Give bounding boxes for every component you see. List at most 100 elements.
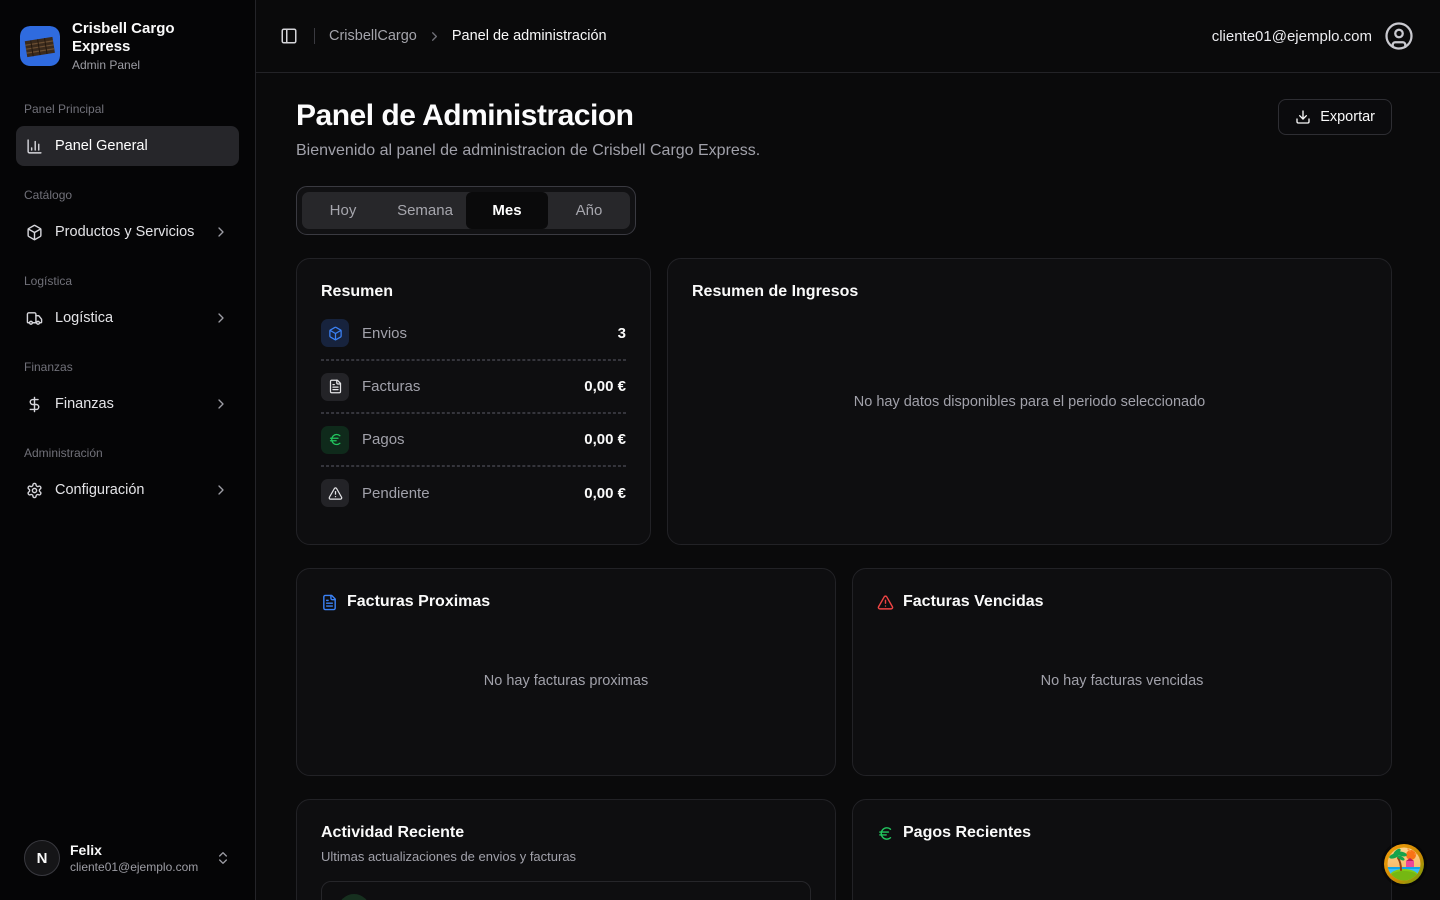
sidebar-section-label: Panel Principal	[16, 102, 239, 116]
avatar: N	[24, 840, 60, 876]
upcoming-invoices-card: Facturas Proximas No hay facturas proxim…	[296, 568, 836, 776]
summary-label: Pendiente	[362, 485, 571, 502]
export-label: Exportar	[1320, 109, 1375, 125]
overdue-invoices-title: Facturas Vencidas	[903, 593, 1044, 611]
chart-column-icon	[26, 138, 43, 155]
chevron-right-icon	[427, 29, 442, 44]
breadcrumb-link-crisbellcargo[interactable]: CrisbellCargo	[329, 28, 417, 44]
chevron-right-icon	[213, 482, 229, 498]
sidebar-section-label: Logística	[16, 274, 239, 288]
brand-text: Crisbell Cargo Express Admin Panel	[72, 20, 235, 72]
file-text-icon	[321, 373, 349, 401]
user-email: cliente01@ejemplo.com	[70, 860, 205, 874]
topbar: CrisbellCargo Panel de administración cl…	[256, 0, 1440, 73]
activity-list-item[interactable]: Nuevo envio: CBCE-0005	[321, 881, 811, 900]
download-icon	[1295, 109, 1311, 125]
summary-value: 0,00 €	[584, 485, 626, 502]
summary-rows: Envios 3 Facturas 0,00 € P	[321, 307, 626, 519]
upcoming-invoices-header: Facturas Proximas	[321, 593, 811, 611]
summary-row-envios: Envios 3	[321, 307, 626, 360]
summary-label: Facturas	[362, 378, 571, 395]
summary-title: Resumen	[321, 283, 626, 301]
overdue-invoices-header: Facturas Vencidas	[877, 593, 1367, 611]
sidebar-item-label: Panel General	[55, 138, 229, 154]
overdue-invoices-empty-state: No hay facturas vencidas	[877, 611, 1367, 751]
tab-mes[interactable]: Mes	[466, 192, 548, 229]
breadcrumb-current: Panel de administración	[452, 28, 607, 44]
activity-list: Nuevo envio: CBCE-0005	[321, 881, 811, 900]
sidebar-item-panel-general[interactable]: Panel General	[16, 126, 239, 166]
sidebar-section-panel-principal: Panel Principal Panel General	[16, 102, 239, 166]
recent-payments-card: Pagos Recientes	[852, 799, 1392, 900]
activity-row: Actividad Reciente Ultimas actualizacion…	[296, 799, 1392, 900]
brand[interactable]: Crisbell Cargo Express Admin Panel	[16, 16, 239, 80]
sidebar-section-catalogo: Catálogo Productos y Servicios	[16, 188, 239, 252]
package-icon	[26, 224, 43, 241]
recent-activity-card: Actividad Reciente Ultimas actualizacion…	[296, 799, 836, 900]
period-tablist: Hoy Semana Mes Año	[302, 192, 630, 229]
brand-name: Crisbell Cargo Express	[72, 20, 235, 56]
sidebar-user-menu[interactable]: N Felix cliente01@ejemplo.com	[16, 832, 239, 884]
export-button[interactable]: Exportar	[1278, 99, 1392, 135]
recent-activity-title: Actividad Reciente	[321, 824, 811, 842]
summary-label: Pagos	[362, 431, 571, 448]
breadcrumb: CrisbellCargo Panel de administración	[329, 28, 607, 44]
chevron-right-icon	[213, 310, 229, 326]
topbar-right: cliente01@ejemplo.com	[1212, 21, 1414, 51]
circle-user-icon	[1384, 21, 1414, 51]
chevron-right-icon	[213, 224, 229, 240]
sidebar-section-administracion: Administración Configuración	[16, 446, 239, 510]
alert-triangle-icon	[321, 479, 349, 507]
sidebar-item-logistica[interactable]: Logística	[16, 298, 239, 338]
page-subtitle: Bienvenido al panel de administracion de…	[296, 142, 760, 160]
page-title: Panel de Administracion	[296, 99, 760, 133]
recent-activity-subtitle: Ultimas actualizaciones de envios y fact…	[321, 849, 811, 864]
sidebar-toggle-button[interactable]	[274, 21, 304, 51]
summary-value: 0,00 €	[584, 431, 626, 448]
recent-payments-header: Pagos Recientes	[877, 824, 1367, 842]
summary-value: 0,00 €	[584, 378, 626, 395]
euro-icon	[321, 426, 349, 454]
invoices-row: Facturas Proximas No hay facturas proxim…	[296, 568, 1392, 776]
sidebar-section-label: Finanzas	[16, 360, 239, 374]
island-widget-button[interactable]	[1384, 844, 1424, 884]
sidebar-item-label: Logística	[55, 310, 201, 326]
income-summary-card: Resumen de Ingresos No hay datos disponi…	[667, 258, 1392, 545]
user-name: Felix	[70, 842, 205, 859]
summary-row-facturas: Facturas 0,00 €	[321, 360, 626, 413]
overdue-invoices-card: Facturas Vencidas No hay facturas vencid…	[852, 568, 1392, 776]
brand-logo-icon	[20, 26, 60, 66]
file-text-icon	[321, 594, 338, 611]
upcoming-invoices-title: Facturas Proximas	[347, 593, 490, 611]
account-email: cliente01@ejemplo.com	[1212, 28, 1372, 45]
user-info: Felix cliente01@ejemplo.com	[70, 842, 205, 874]
chevron-right-icon	[213, 396, 229, 412]
sidebar-section-label: Catálogo	[16, 188, 239, 202]
summary-card: Resumen Envios 3 Facturas 0,	[296, 258, 651, 545]
sidebar-section-finanzas: Finanzas Finanzas	[16, 360, 239, 424]
sidebar-item-finanzas[interactable]: Finanzas	[16, 384, 239, 424]
gear-icon	[26, 482, 43, 499]
sidebar-item-productos-y-servicios[interactable]: Productos y Servicios	[16, 212, 239, 252]
sidebar-section-label: Administración	[16, 446, 239, 460]
page-header: Panel de Administracion Bienvenido al pa…	[296, 99, 1392, 160]
tab-semana[interactable]: Semana	[384, 192, 466, 229]
income-empty-state: No hay datos disponibles para el periodo…	[668, 259, 1391, 544]
dollar-icon	[26, 396, 43, 413]
sidebar-item-label: Productos y Servicios	[55, 224, 201, 240]
summary-value: 3	[618, 325, 626, 342]
divider	[314, 28, 315, 44]
sidebar-item-configuracion[interactable]: Configuración	[16, 470, 239, 510]
tab-ano[interactable]: Año	[548, 192, 630, 229]
sidebar-item-label: Finanzas	[55, 396, 201, 412]
summary-label: Envios	[362, 325, 605, 342]
package-icon	[321, 319, 349, 347]
sidebar: Crisbell Cargo Express Admin Panel Panel…	[0, 0, 256, 900]
user-menu-button[interactable]	[1384, 21, 1414, 51]
main-area: CrisbellCargo Panel de administración cl…	[256, 0, 1440, 900]
page-header-text: Panel de Administracion Bienvenido al pa…	[296, 99, 760, 160]
truck-icon	[26, 310, 43, 327]
summary-row-pendiente: Pendiente 0,00 €	[321, 466, 626, 519]
tab-hoy[interactable]: Hoy	[302, 192, 384, 229]
alert-triangle-icon	[877, 594, 894, 611]
